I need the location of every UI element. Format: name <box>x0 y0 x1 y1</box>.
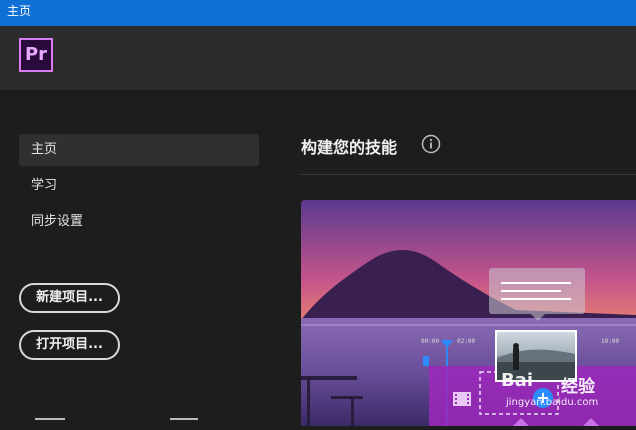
section-heading-cutoff <box>35 418 65 430</box>
open-project-button[interactable]: 打开项目... <box>19 330 120 360</box>
sidebar-item-learn[interactable]: 学习 <box>19 170 259 202</box>
premiere-logo: Pr <box>19 38 53 72</box>
main-content: 构建您的技能 00:00 02:00 10:00 + Bai 经验 jingya… <box>272 90 636 426</box>
sidebar-item-sync-settings[interactable]: 同步设置 <box>19 206 259 238</box>
tutorial-hero-card[interactable]: 00:00 02:00 10:00 + Bai 经验 jingyan.baidu… <box>301 200 636 426</box>
watermark-suffix: 经验 <box>561 377 595 397</box>
watermark-url: jingyan.baidu.com <box>506 397 599 408</box>
section-divider <box>301 174 636 175</box>
sidebar-item-label: 主页 <box>31 142 58 157</box>
window-title: 主页 <box>7 4 32 18</box>
sidebar-item-home[interactable]: 主页 <box>19 134 259 166</box>
section-heading-cutoff <box>170 418 198 430</box>
info-icon[interactable] <box>421 134 441 154</box>
sidebar: 主页 学习 同步设置 新建项目... 打开项目... <box>0 90 272 426</box>
window-titlebar: 主页 <box>0 0 636 26</box>
sidebar-item-label: 同步设置 <box>31 214 84 229</box>
app-header: Pr <box>0 26 636 90</box>
sidebar-item-label: 学习 <box>31 178 58 193</box>
logo-text: Pr <box>24 44 48 65</box>
page-title: 构建您的技能 <box>301 138 398 157</box>
watermark-brand: Bai <box>501 370 534 391</box>
film-icon <box>453 392 471 406</box>
timeline-clip-markers <box>513 418 599 426</box>
new-project-button[interactable]: 新建项目... <box>19 283 120 313</box>
